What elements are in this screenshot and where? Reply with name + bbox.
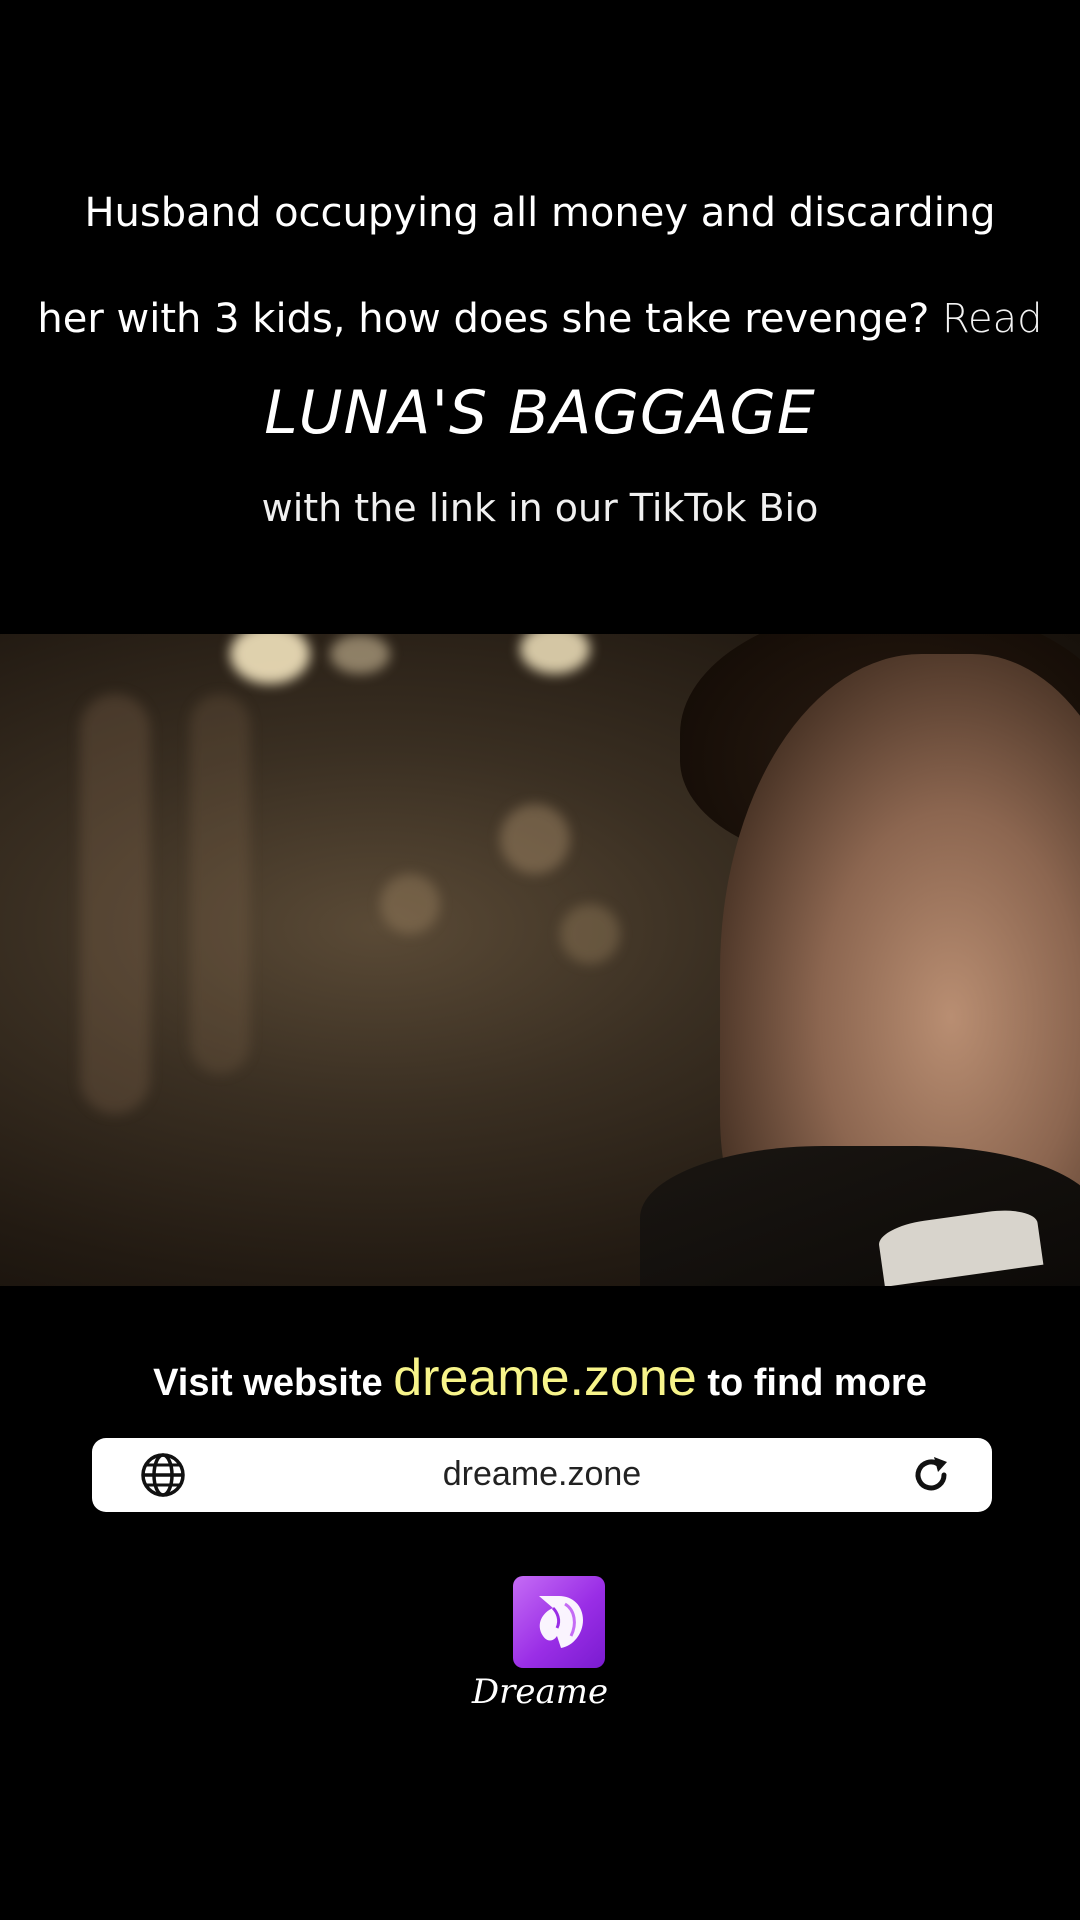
url-text[interactable]: dreame.zone [92,1455,992,1494]
unicorn-logo-icon [539,1596,583,1648]
headline-line-1: Husband occupying all money and discardi… [84,190,996,236]
cta-suffix: to find more [707,1362,927,1404]
bokeh-light [230,634,310,684]
headline-line-2: her with 3 kids, how does she take reven… [0,296,1080,342]
cta-prefix: Visit website [153,1362,383,1404]
visit-website-cta: Visit website dreame.zone to find more [0,1348,1080,1408]
reload-icon[interactable] [910,1454,952,1496]
bokeh-light [380,874,440,934]
promo-subtitle: with the link in our TikTok Bio [261,486,819,530]
app-name: Dreame [471,1672,609,1712]
bokeh-light [190,694,250,1074]
bokeh-light [330,634,390,674]
headline-line-2-text: her with 3 kids, how does she take reven… [37,296,930,342]
bokeh-light [560,904,620,964]
bokeh-light [520,634,590,674]
dreame-app-icon[interactable] [513,1576,605,1668]
read-label: Read [942,296,1043,342]
video-frame[interactable] [0,634,1080,1286]
url-bar[interactable]: dreame.zone [92,1438,992,1512]
cta-domain[interactable]: dreame.zone [393,1349,697,1407]
bokeh-light [500,804,570,874]
bokeh-light [80,694,150,1114]
book-title: LUNA'S BAGGAGE [264,378,816,448]
